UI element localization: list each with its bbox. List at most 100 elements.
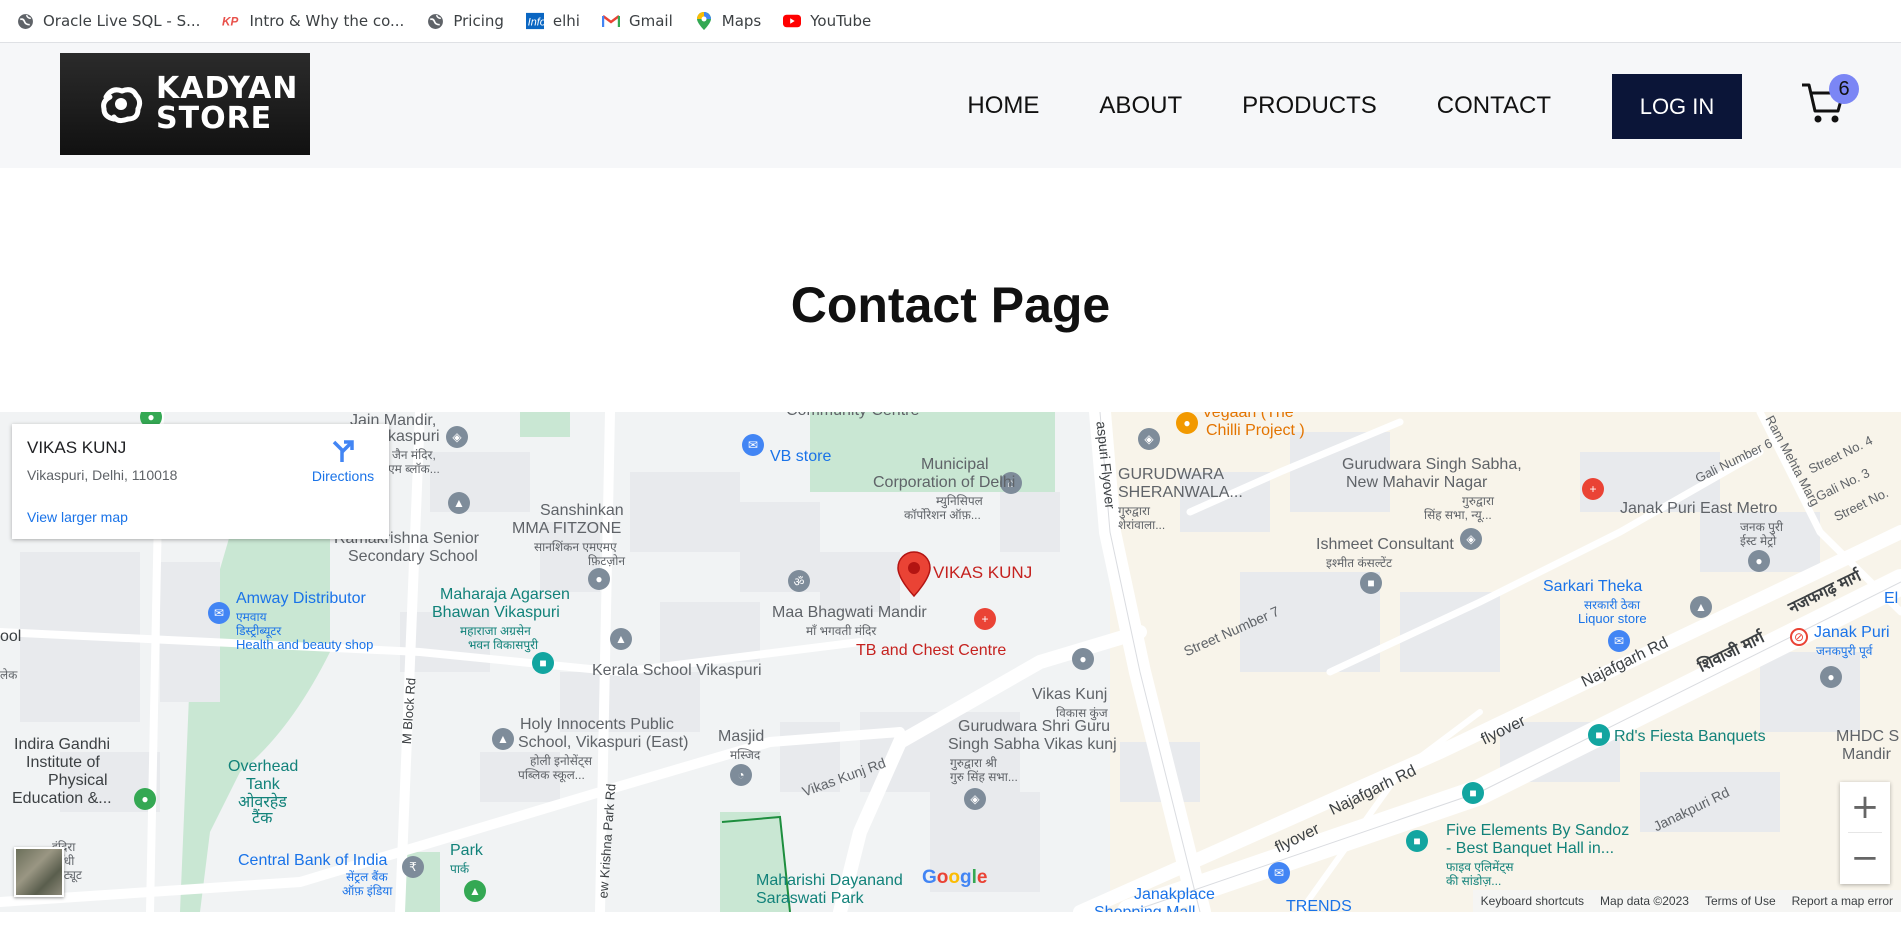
janak-metro-pin-icon[interactable]: ● (1748, 550, 1770, 572)
map-label: Maharaja Agarsen (440, 586, 570, 603)
map-label: Vegaan (The (1202, 412, 1294, 421)
map-label: Indira Gandhi (14, 736, 111, 753)
map-label: - Best Banquet Hall in... (1446, 840, 1615, 857)
nav-contact[interactable]: CONTACT (1437, 92, 1551, 120)
vegaan-pin-icon[interactable]: ● (1176, 412, 1198, 434)
svg-text:KP: KP (222, 15, 238, 28)
amway-pin-icon[interactable]: ✉ (208, 602, 230, 624)
zoom-controls: + − (1840, 782, 1890, 884)
holy-innocents-pin-icon[interactable]: ▲ (492, 728, 514, 750)
info-icon: Info (525, 12, 544, 30)
site-header: KADYAN STORE HOME ABOUT PRODUCTS CONTACT… (0, 43, 1901, 168)
sandoz-pin-icon[interactable]: ■ (1406, 830, 1428, 852)
map-data-text: Map data ©2023 (1600, 894, 1689, 908)
hospital-pin-icon[interactable]: + (974, 608, 996, 630)
directions-button[interactable]: Directions (298, 438, 388, 484)
logo-line-store: STORE (156, 101, 273, 136)
zoom-out-button[interactable]: − (1840, 833, 1890, 883)
map-label: इश्मीत कंसल्टेंट (1326, 556, 1393, 570)
pink-hospital-pin-icon[interactable]: + (1582, 478, 1604, 500)
map-label: El (1884, 590, 1899, 607)
map-label: मस्जिद (730, 748, 761, 762)
map-label: Shopping Mall (1094, 904, 1195, 912)
keyboard-shortcuts-link[interactable]: Keyboard shortcuts (1481, 894, 1584, 908)
jain-mandir-pin-icon[interactable]: ◈ (446, 426, 468, 448)
bookmark-label: YouTube (810, 12, 872, 30)
mhdc-pin-icon[interactable]: ● (1820, 666, 1842, 688)
map-label: शेरांवाला... (1118, 518, 1166, 532)
bookmark-elhi[interactable]: Info elhi (525, 12, 580, 30)
trends-pin-icon[interactable]: ✉ (1268, 862, 1290, 884)
kerala-school-pin-icon[interactable]: ▲ (610, 628, 632, 650)
bookmark-maps[interactable]: Maps (695, 12, 761, 30)
masjid-pin-icon[interactable]: ◔ (730, 764, 752, 786)
bookmark-pricing[interactable]: Pricing (426, 12, 504, 30)
report-error-link[interactable]: Report a map error (1792, 894, 1893, 908)
park-pin-icon[interactable]: ▲ (464, 880, 486, 902)
agarsen-pin-icon[interactable]: ■ (532, 652, 554, 674)
gurudwara-sheranwala-pin-icon[interactable]: ◈ (1138, 428, 1160, 450)
fitzone-pin-icon[interactable]: ● (588, 568, 610, 590)
map-label: Sanshinkan (540, 502, 624, 519)
school-pin-icon[interactable]: ▲ (448, 492, 470, 514)
bookmark-intro[interactable]: KP Intro & Why the co... (222, 12, 404, 30)
map-label: Institute of (26, 754, 100, 771)
logo-line-kadyan: KADYAN (156, 71, 299, 106)
ishmeet-pin-icon[interactable]: ■ (1360, 572, 1382, 594)
map-label: फ़िटज़ोन (588, 554, 626, 568)
map-label: Physical (48, 772, 108, 789)
terms-link[interactable]: Terms of Use (1705, 894, 1776, 908)
map-label: Secondary School (348, 548, 478, 565)
map-label: एम ब्लॉक... (388, 462, 440, 476)
bookmark-label: Intro & Why the co... (249, 12, 405, 30)
youtube-icon (783, 12, 802, 30)
vb-store-pin-icon[interactable]: ✉ (742, 434, 764, 456)
map-label: Janak Puri (1814, 624, 1890, 641)
marker-label: VIKAS KUNJ (933, 563, 1033, 582)
login-button[interactable]: LOG IN (1612, 74, 1742, 139)
nav-products[interactable]: PRODUCTS (1242, 92, 1377, 120)
vikas-kunj-pin-icon[interactable]: ● (1072, 648, 1094, 670)
map-label: कॉर्पोरेशन ऑफ़... (904, 508, 981, 522)
bookmark-label: elhi (552, 12, 580, 30)
gurudwara-pin-icon[interactable]: ◈ (964, 788, 986, 810)
gurudwara-mahavir-pin-icon[interactable]: ◈ (1460, 528, 1482, 550)
five-elements-pin-icon[interactable]: ■ (1462, 782, 1484, 804)
map-label: सिंह सभा, न्यू... (1424, 508, 1492, 522)
metro-icon[interactable]: ⊘ (1790, 628, 1808, 646)
sarkari-theka-pin-icon[interactable]: ✉ (1608, 630, 1630, 652)
directions-label: Directions (311, 468, 375, 484)
map-label: Saraswati Park (756, 890, 864, 907)
bookmark-youtube[interactable]: YouTube (783, 12, 871, 30)
map-label: Maa Bhagwati Mandir (772, 604, 927, 621)
bookmark-gmail[interactable]: Gmail (601, 12, 673, 30)
map-label: Masjid (718, 728, 765, 745)
overhead-tank-pin-icon[interactable]: ● (134, 788, 156, 810)
cart-count-badge: 6 (1829, 74, 1859, 104)
map-label: विकास कुंज (1056, 706, 1108, 720)
map-label: Rd's Fiesta Banquets (1614, 728, 1766, 745)
cafe-pin-icon[interactable]: ▲ (1690, 596, 1712, 618)
location-marker-icon[interactable] (896, 550, 932, 598)
map-label: kaspuri (388, 428, 440, 445)
nav-home[interactable]: HOME (967, 92, 1039, 120)
nav-about[interactable]: ABOUT (1099, 92, 1182, 120)
map-label: Janak Puri East Metro (1620, 500, 1778, 517)
map-label: VB store (770, 448, 832, 465)
mandir-pin-icon[interactable]: ॐ (788, 570, 810, 592)
bank-pin-icon[interactable]: ₹ (402, 856, 424, 878)
store-logo[interactable]: KADYAN STORE (60, 53, 310, 155)
zoom-in-button[interactable]: + (1840, 782, 1890, 832)
map-label: लेक (0, 668, 18, 682)
google-map-embed[interactable]: ✉ ⌂ ▲ ◈ ✉ ● ॐ ▲ ■ + ● ▲ ◔ ◈ ● ₹ ▲ ◈ ◈ ■ … (0, 412, 1901, 912)
map-label: Health and beauty shop (236, 637, 374, 652)
map-label: माँ भगवती मंदिर (806, 624, 877, 638)
fiesta-pin-icon[interactable]: ■ (1588, 724, 1610, 746)
map-label: गुरु सिंह सभा... (950, 770, 1018, 784)
satellite-toggle[interactable] (14, 847, 64, 897)
map-label: Park (450, 842, 483, 859)
place-name: VIKAS KUNJ (27, 438, 127, 457)
globe-icon (16, 12, 34, 30)
view-larger-map-link[interactable]: View larger map (27, 509, 128, 525)
bookmark-oracle-live-sql[interactable]: Oracle Live SQL - S... (16, 12, 200, 30)
